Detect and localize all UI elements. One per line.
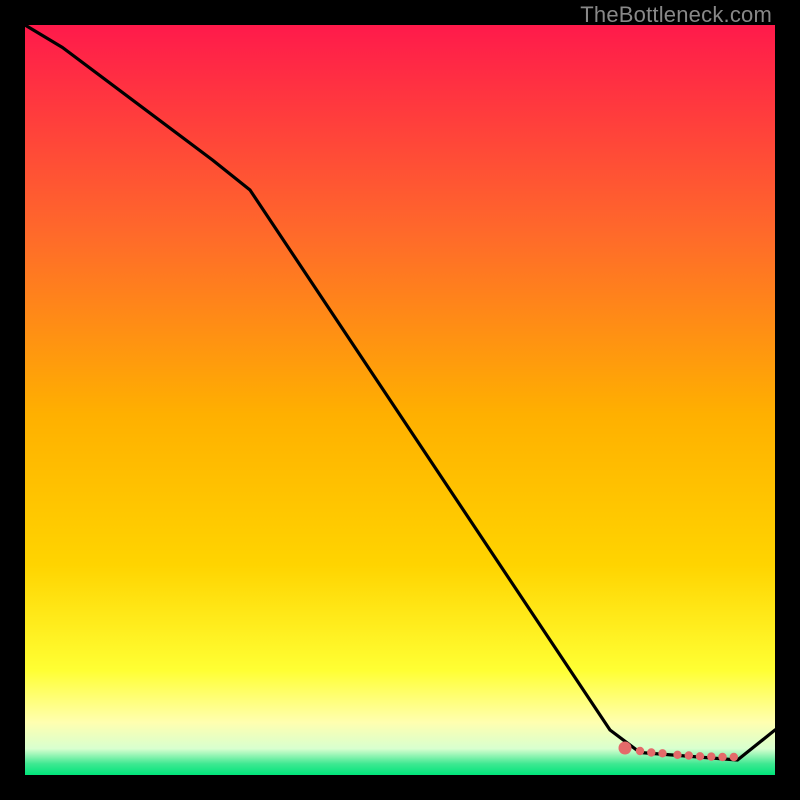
highlight-dot: [730, 753, 738, 761]
gradient-background: [25, 25, 775, 775]
highlight-dot: [636, 747, 644, 755]
highlight-dot: [707, 752, 715, 760]
highlight-dot: [718, 753, 726, 761]
chart-frame: [25, 25, 775, 775]
highlight-dot: [647, 748, 655, 756]
highlight-dot: [673, 751, 681, 759]
highlight-dot: [685, 751, 693, 759]
bottleneck-chart: [25, 25, 775, 775]
highlight-dot: [696, 752, 704, 760]
highlight-dot: [619, 742, 632, 755]
highlight-dot: [658, 749, 666, 757]
